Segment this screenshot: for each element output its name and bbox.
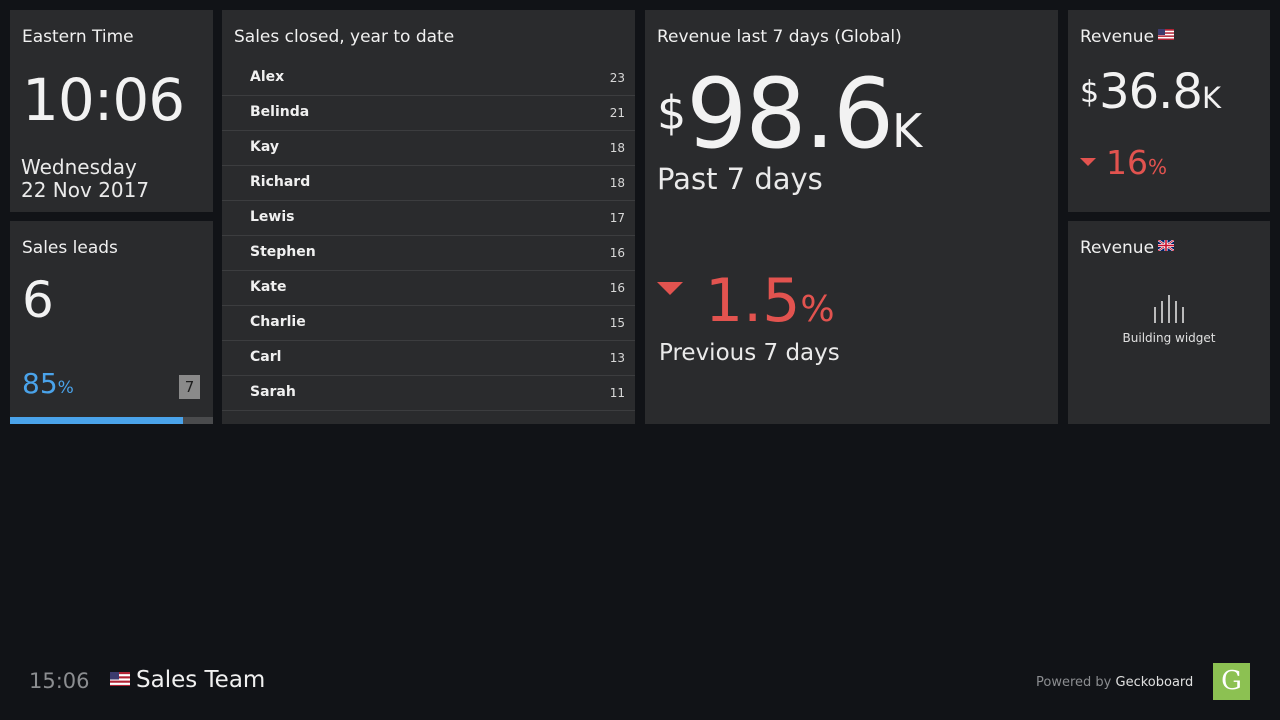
leaderboard-row-value: 16	[609, 281, 625, 295]
leaderboard-row: Stephen 16	[222, 236, 635, 271]
revenue-us-change: 16%	[1080, 143, 1167, 182]
leaderboard-row-value: 18	[609, 141, 625, 155]
revenue-us-widget: Revenue $36.8K 16%	[1068, 10, 1270, 212]
revenue-global-change: 1.5%	[657, 266, 835, 336]
leaderboard-row: Sarah 11	[222, 376, 635, 411]
revenue-global-comparison-label: Previous 7 days	[659, 340, 840, 366]
leaderboard-row-value: 17	[609, 211, 625, 225]
leaderboard-row: Lewis 17	[222, 201, 635, 236]
leaderboard-row: Kate 16	[222, 271, 635, 306]
revenue-us-currency: $	[1080, 75, 1100, 110]
leaderboard-row-value: 23	[609, 71, 625, 85]
trend-down-icon	[1080, 158, 1096, 166]
revenue-uk-title: Revenue	[1080, 238, 1175, 258]
powered-by-text[interactable]: Powered by Geckoboard	[1036, 675, 1193, 690]
geckoboard-logo[interactable]: G	[1213, 663, 1250, 700]
revenue-global-title: Revenue last 7 days (Global)	[657, 27, 902, 47]
leaderboard-row-value: 13	[609, 351, 625, 365]
leaderboard-row-name: Alex	[250, 69, 285, 85]
sales-leads-progress-track	[10, 417, 213, 424]
clock-title: Eastern Time	[22, 27, 134, 47]
leaderboard-row-value: 18	[609, 176, 625, 190]
revenue-us-change-unit: %	[1148, 155, 1168, 179]
powered-by-label: Powered by	[1036, 675, 1112, 690]
sales-leads-value: 6	[22, 271, 54, 329]
leaderboard-row: Charlie 15	[222, 306, 635, 341]
revenue-us-number: 36.8	[1099, 64, 1203, 120]
clock-time: 10:06	[22, 66, 185, 134]
sales-leads-percent-value: 85	[22, 367, 58, 400]
leaderboard-row: Belinda 21	[222, 96, 635, 131]
sales-leads-percent-unit: %	[57, 378, 74, 398]
revenue-global-suffix: K	[892, 104, 923, 158]
revenue-global-period-label: Past 7 days	[657, 162, 823, 196]
revenue-us-value: $36.8K	[1080, 64, 1221, 120]
leaderboard-row-name: Carl	[250, 349, 282, 365]
revenue-us-title-text: Revenue	[1080, 27, 1155, 47]
leaderboard-row-name: Belinda	[250, 104, 310, 120]
clock-day: Wednesday	[21, 155, 137, 179]
revenue-uk-widget: Revenue Building widget	[1068, 221, 1270, 424]
leaderboard-row: Carl 13	[222, 341, 635, 376]
leaderboard-row-value: 15	[609, 316, 625, 330]
leaderboard-row-name: Lewis	[250, 209, 295, 225]
leaderboard-row: Richard 18	[222, 166, 635, 201]
us-flag-icon	[1158, 29, 1175, 40]
us-flag-icon	[110, 672, 130, 686]
revenue-global-value: $98.6K	[657, 58, 922, 170]
leaderboard-list: Alex 23 Belinda 21 Kay 18 Richard 18 Lewis 17 Step…	[222, 61, 635, 411]
leaderboard-row: Alex 23	[222, 61, 635, 96]
revenue-global-number: 98.6	[686, 58, 894, 170]
loading-bars-icon	[1154, 295, 1184, 323]
revenue-global-change-value: 1.5	[705, 266, 801, 336]
revenue-global-currency: $	[657, 86, 687, 140]
revenue-global-widget: Revenue last 7 days (Global) $98.6K Past…	[645, 10, 1058, 424]
trend-down-icon	[657, 282, 683, 295]
revenue-us-title: Revenue	[1080, 27, 1175, 47]
brand-name: Geckoboard	[1115, 675, 1194, 690]
leaderboard-row-name: Charlie	[250, 314, 306, 330]
sales-leads-goal: 7	[179, 375, 200, 399]
leaderboard-row-name: Kay	[250, 139, 279, 155]
revenue-us-suffix: K	[1201, 81, 1221, 115]
revenue-us-change-value: 16	[1106, 143, 1148, 182]
leaderboard-row-value: 16	[609, 246, 625, 260]
dashboard-name: Sales Team	[136, 667, 266, 693]
leaderboard-row-name: Stephen	[250, 244, 316, 260]
revenue-uk-title-text: Revenue	[1080, 238, 1155, 258]
leaderboard-row-value: 11	[609, 386, 625, 400]
revenue-global-change-unit: %	[800, 289, 835, 330]
leaderboard-title: Sales closed, year to date	[234, 27, 455, 47]
leaderboard-row-name: Kate	[250, 279, 287, 295]
leaderboard-row-name: Sarah	[250, 384, 296, 400]
sales-leads-title: Sales leads	[22, 238, 118, 258]
sales-leads-percent: 85%	[22, 367, 74, 400]
leaderboard-row-value: 21	[609, 106, 625, 120]
footer-clock: 15:06	[29, 669, 90, 693]
sales-leads-progress-fill	[10, 417, 183, 424]
clock-widget: Eastern Time 10:06 Wednesday 22 Nov 2017	[10, 10, 213, 212]
clock-date: 22 Nov 2017	[21, 178, 150, 202]
sales-leads-widget: Sales leads 6 85% 7	[10, 221, 213, 424]
building-widget-status: Building widget	[1122, 331, 1216, 345]
uk-flag-icon	[1158, 240, 1175, 251]
leaderboard-row-name: Richard	[250, 174, 311, 190]
leaderboard-row: Kay 18	[222, 131, 635, 166]
leaderboard-widget: Sales closed, year to date Alex 23 Belinda…	[222, 10, 635, 424]
